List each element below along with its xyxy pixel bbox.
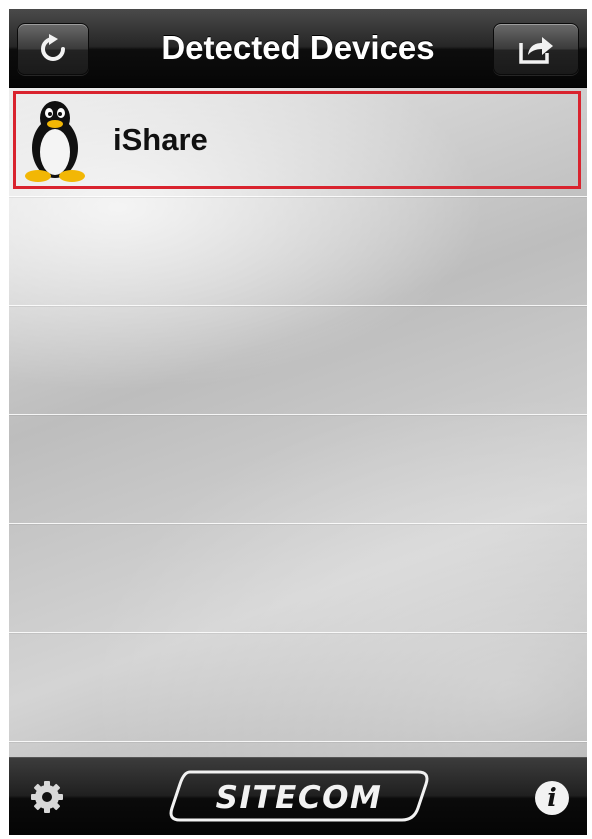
device-list-item[interactable]: iShare xyxy=(13,91,581,189)
svg-text:SITECOM: SITECOM xyxy=(216,780,383,816)
list-row: iShare xyxy=(9,88,587,197)
list-row xyxy=(9,415,587,524)
list-row xyxy=(9,306,587,415)
device-list: iShare xyxy=(9,88,587,757)
refresh-button[interactable] xyxy=(17,23,89,75)
linux-penguin-icon xyxy=(25,101,85,182)
list-row xyxy=(9,197,587,306)
sitecom-logo: SITECOM xyxy=(169,770,429,822)
share-icon xyxy=(519,37,553,64)
device-name: iShare xyxy=(113,122,208,157)
page-title: Detected Devices xyxy=(161,29,435,66)
info-button[interactable]: i xyxy=(535,781,569,815)
list-row xyxy=(9,633,587,742)
share-button[interactable] xyxy=(493,23,579,75)
app-screen: Detected Devices iShare SITECOM i xyxy=(9,9,587,835)
settings-button[interactable] xyxy=(29,779,65,815)
refresh-icon xyxy=(41,34,65,61)
gear-icon xyxy=(31,781,63,813)
bottom-toolbar: SITECOM i xyxy=(9,757,587,835)
top-navigation-bar: Detected Devices xyxy=(9,9,587,88)
list-row xyxy=(9,524,587,633)
